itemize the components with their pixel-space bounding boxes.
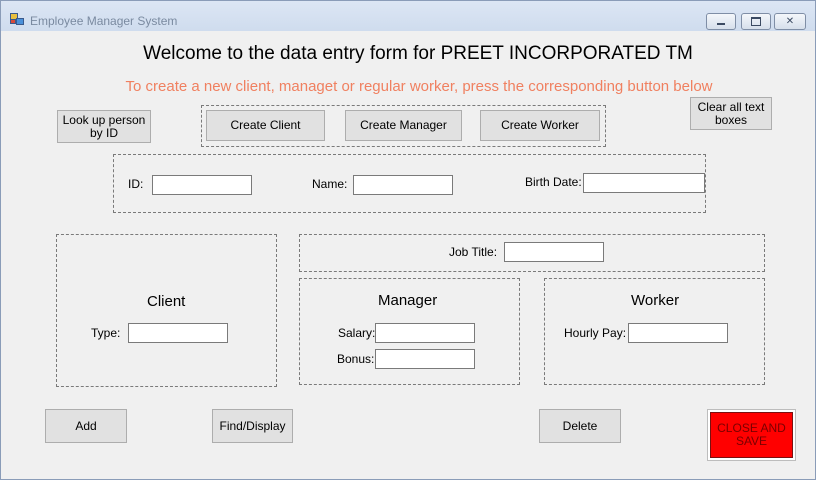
salary-label: Salary: bbox=[338, 326, 376, 340]
window-title: Employee Manager System bbox=[30, 14, 178, 28]
salary-field[interactable] bbox=[375, 323, 475, 343]
delete-button[interactable]: Delete bbox=[539, 409, 621, 443]
app-window: Employee Manager System ✕ Welcome to the… bbox=[0, 0, 816, 480]
create-client-button[interactable]: Create Client bbox=[206, 110, 325, 141]
create-worker-button[interactable]: Create Worker bbox=[480, 110, 600, 141]
worker-group-title: Worker bbox=[631, 292, 680, 309]
close-window-button[interactable]: ✕ bbox=[774, 13, 806, 30]
maximize-icon bbox=[751, 17, 761, 26]
bonus-field[interactable] bbox=[375, 349, 475, 369]
find-display-button[interactable]: Find/Display bbox=[212, 409, 293, 443]
name-field[interactable] bbox=[353, 175, 453, 195]
title-bar[interactable]: Employee Manager System ✕ bbox=[1, 1, 815, 31]
manager-group-title: Manager bbox=[378, 292, 438, 309]
create-manager-button[interactable]: Create Manager bbox=[345, 110, 462, 141]
instruction-text: To create a new client, managet or regul… bbox=[125, 78, 713, 95]
hourly-pay-field[interactable] bbox=[628, 323, 728, 343]
name-label: Name: bbox=[312, 177, 348, 191]
app-icon bbox=[10, 13, 24, 25]
client-group bbox=[56, 234, 277, 387]
id-field[interactable] bbox=[152, 175, 252, 195]
maximize-button[interactable] bbox=[741, 13, 771, 30]
close-icon: ✕ bbox=[785, 15, 795, 27]
add-button[interactable]: Add bbox=[45, 409, 127, 443]
close-and-save-label: CLOSE AND SAVE bbox=[710, 412, 793, 458]
welcome-heading: Welcome to the data entry form for PREET… bbox=[143, 43, 693, 64]
birth-date-label: Birth Date: bbox=[525, 175, 582, 189]
birth-date-field[interactable] bbox=[583, 173, 705, 193]
lookup-by-id-button[interactable]: Look up person by ID bbox=[57, 110, 151, 143]
type-field[interactable] bbox=[128, 323, 228, 343]
bonus-label: Bonus: bbox=[337, 352, 375, 366]
hourly-pay-label: Hourly Pay: bbox=[564, 326, 627, 340]
minimize-button[interactable] bbox=[706, 13, 736, 30]
type-label: Type: bbox=[91, 326, 121, 340]
job-title-field[interactable] bbox=[504, 242, 604, 262]
job-title-label: Job Title: bbox=[449, 245, 498, 259]
client-group-title: Client bbox=[147, 293, 186, 310]
close-and-save-button[interactable]: CLOSE AND SAVE bbox=[707, 409, 796, 461]
clear-all-button[interactable]: Clear all text boxes bbox=[690, 97, 772, 130]
minimize-icon bbox=[717, 23, 725, 25]
id-label: ID: bbox=[128, 177, 144, 191]
